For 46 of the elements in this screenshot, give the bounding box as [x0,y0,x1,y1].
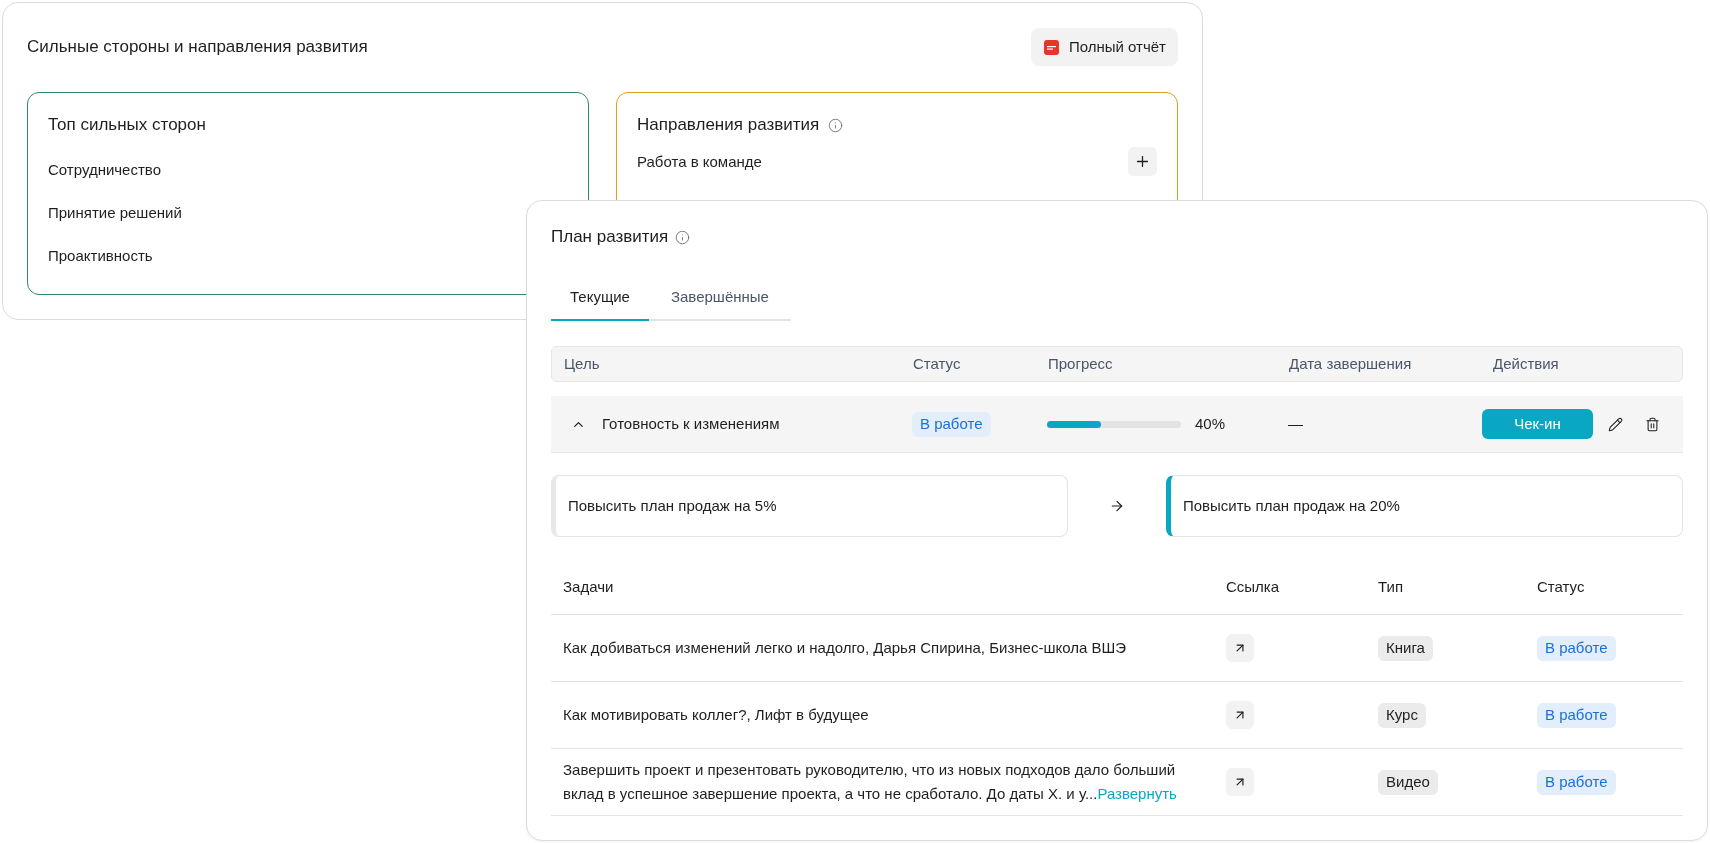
progress-value: 40% [1195,413,1226,434]
goal-name: Готовность к изменениям [602,413,780,434]
strength-item: Принятие решений [48,203,182,223]
info-icon[interactable] [828,117,844,133]
type-tag: Курс [1378,702,1426,728]
card-title: План развития [551,226,669,248]
column-header: Статус [913,355,961,372]
panel-title: Направления развития [637,114,820,136]
card-title: Сильные стороны и направления развития [27,36,368,58]
status-badge: В работе [912,411,991,437]
info-icon[interactable] [675,229,691,245]
column-header: Задачи [563,577,614,595]
tab[interactable]: Завершённые [648,273,791,321]
column-header: Тип [1378,577,1403,595]
growth-area-item: Работа в команде [637,151,762,172]
plus-icon [1134,153,1151,170]
type-tag: Книга [1378,635,1433,661]
status-badge: В работе [1537,702,1616,728]
panel-title: Топ сильных сторон [48,114,206,136]
column-header: Действия [1493,355,1559,372]
trash-icon[interactable] [1645,416,1660,432]
open-link-button[interactable] [1226,768,1254,796]
strength-item: Проактивность [48,246,153,266]
add-button[interactable] [1128,147,1157,176]
end-date: — [1288,415,1303,432]
status-badge: В работе [1537,769,1616,795]
open-link-button[interactable] [1226,701,1254,729]
column-header: Ссылка [1226,577,1280,595]
goal-text: Повысить план продаж на 5% [568,495,777,516]
task-text: Как мотивировать коллег?, Лифт в будущее [563,705,869,725]
file-icon [1043,39,1059,55]
column-header: Статус [1537,577,1585,595]
column-header: Прогресс [1048,355,1113,372]
column-header: Цель [564,355,600,372]
task-text: Завершить проект и презентовать руководителю, что из новых подходов дало больший вклад в успешное завершение проекта, а что не сработало. До даты Х. и у...Развернуть [563,760,1178,804]
full-report-button[interactable]: Полный отчёт [1030,28,1178,66]
arrow-right-icon [1109,498,1125,514]
strength-item: Сотрудничество [48,160,161,180]
status-badge: В работе [1537,635,1616,661]
tab[interactable]: Текущие [551,273,649,321]
open-link-button[interactable] [1226,634,1254,662]
column-header: Дата завершения [1289,355,1412,372]
goal-text: Повысить план продаж на 20% [1183,495,1400,516]
task-text: Как добиваться изменений легко и надолго, Дарья Спирина, Бизнес-школа ВШЭ [563,638,1126,658]
pencil-icon[interactable] [1608,416,1623,432]
type-tag: Видео [1378,769,1438,795]
